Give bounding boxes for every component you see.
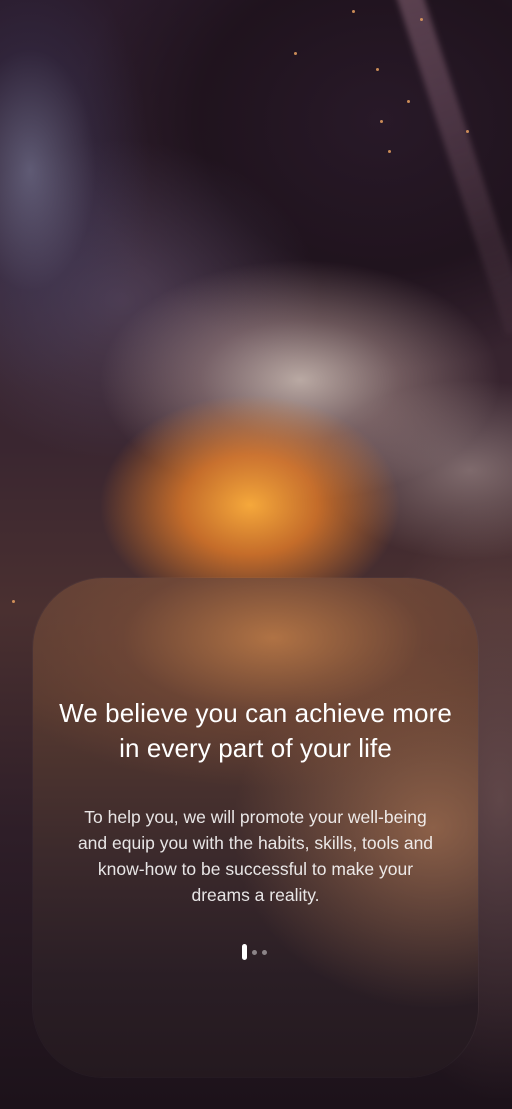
- onboarding-description: To help you, we will promote your well-b…: [77, 807, 434, 905]
- background-speck: [12, 600, 15, 603]
- background-speck: [376, 68, 379, 71]
- background-speck: [420, 18, 423, 21]
- background-speck: [380, 120, 383, 123]
- page-indicator-dot[interactable]: [252, 949, 257, 955]
- background-light-streak: [395, 0, 512, 336]
- background-speck: [388, 150, 391, 153]
- background-speck: [352, 10, 355, 13]
- background-speck: [466, 130, 469, 133]
- page-indicator-dot-active[interactable]: [242, 944, 247, 960]
- page-indicator-dot[interactable]: [262, 949, 267, 955]
- background-speck: [294, 52, 297, 55]
- onboarding-headline: We believe you can achieve more in every…: [59, 698, 452, 763]
- onboarding-card: We believe you can achieve more in every…: [33, 578, 478, 1077]
- page-indicator[interactable]: [242, 943, 267, 961]
- background-speck: [407, 100, 410, 103]
